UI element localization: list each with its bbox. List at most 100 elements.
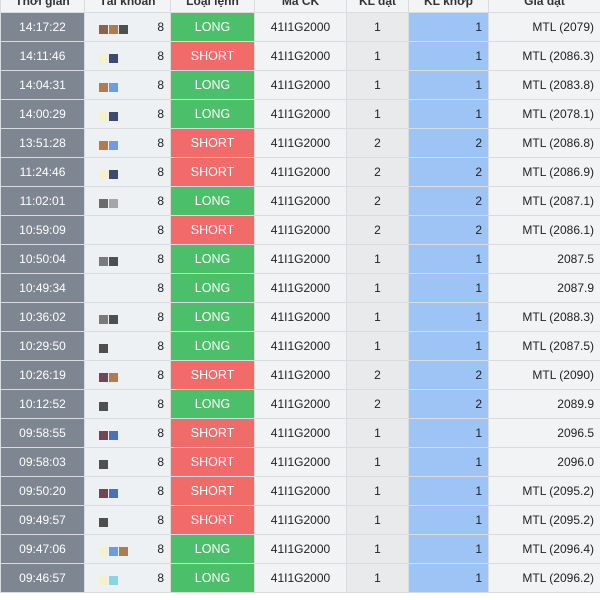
order-price-cell: MTL (2086.1) [488, 215, 600, 245]
table-row[interactable]: 09:49:57 8 SHORT 41I1G2000 1 1 MTL (2095.2) [0, 505, 600, 535]
order-volume-cell: 1 [346, 70, 409, 100]
order-price-cell: MTL (2096.2) [488, 563, 600, 593]
table-row[interactable]: 10:12:52 8 LONG 41I1G2000 2 2 2089.9 [0, 389, 600, 419]
column-header-order-type[interactable]: Loại lệnh [170, 0, 255, 13]
account-number-tail: 8 [157, 281, 164, 295]
order-time-cell: 11:02:01 [0, 186, 85, 216]
account-redacted-mark [99, 428, 119, 442]
table-row[interactable]: 14:17:22 8 LONG 41I1G2000 1 1 MTL (2079) [0, 12, 600, 42]
filled-volume-cell: 1 [408, 273, 489, 303]
filled-volume-cell: 1 [408, 70, 489, 100]
account-redacted-mark [99, 515, 109, 529]
account-cell: 8 [84, 99, 171, 129]
filled-volume-cell: 2 [408, 128, 489, 158]
account-redacted-mark [99, 341, 109, 355]
order-time-cell: 14:11:46 [0, 41, 85, 71]
filled-volume-cell: 2 [408, 360, 489, 390]
symbol-cell: 41I1G2000 [254, 476, 347, 506]
order-time-cell: 09:50:20 [0, 476, 85, 506]
account-number-tail: 8 [157, 194, 164, 208]
account-number-tail: 8 [157, 484, 164, 498]
table-row[interactable]: 10:50:04 8 LONG 41I1G2000 1 1 2087.5 [0, 244, 600, 274]
filled-volume-cell: 1 [408, 302, 489, 332]
order-time-cell: 14:04:31 [0, 70, 85, 100]
order-type-long-badge: LONG [170, 244, 255, 274]
table-row[interactable]: 09:50:20 8 SHORT 41I1G2000 1 1 MTL (2095.2) [0, 476, 600, 506]
order-volume-cell: 2 [346, 389, 409, 419]
account-number-tail: 8 [157, 136, 164, 150]
order-price-cell: MTL (2078.1) [488, 99, 600, 129]
order-price-cell: 2089.9 [488, 389, 600, 419]
order-volume-cell: 1 [346, 273, 409, 303]
filled-volume-cell: 1 [408, 244, 489, 274]
table-row[interactable]: 11:24:46 8 SHORT 41I1G2000 2 2 MTL (2086.9) [0, 157, 600, 187]
symbol-cell: 41I1G2000 [254, 157, 347, 187]
table-row[interactable]: 09:47:06 8 LONG 41I1G2000 1 1 MTL (2096.4) [0, 534, 600, 564]
account-cell: 8 [84, 41, 171, 71]
column-header-symbol[interactable]: Mã CK [254, 0, 347, 13]
account-number-tail: 8 [157, 223, 164, 237]
order-time-cell: 11:24:46 [0, 157, 85, 187]
column-header-time[interactable]: Thời gian [0, 0, 85, 13]
order-volume-cell: 2 [346, 215, 409, 245]
order-type-short-badge: SHORT [170, 41, 255, 71]
order-price-cell: MTL (2086.3) [488, 41, 600, 71]
table-row[interactable]: 09:46:57 8 LONG 41I1G2000 1 1 MTL (2096.2) [0, 563, 600, 593]
account-redacted-mark [99, 544, 129, 558]
account-redacted-mark [99, 486, 119, 500]
symbol-cell: 41I1G2000 [254, 534, 347, 564]
account-redacted-mark [99, 138, 119, 152]
order-type-long-badge: LONG [170, 99, 255, 129]
table-row[interactable]: 10:29:50 8 LONG 41I1G2000 1 1 MTL (2087.5) [0, 331, 600, 361]
table-row[interactable]: 14:11:46 8 SHORT 41I1G2000 1 1 MTL (2086.3) [0, 41, 600, 71]
order-time-cell: 09:47:06 [0, 534, 85, 564]
order-price-cell: 2087.5 [488, 244, 600, 274]
account-redacted-mark [99, 51, 119, 65]
table-row[interactable]: 11:02:01 8 LONG 41I1G2000 2 2 MTL (2087.1) [0, 186, 600, 216]
account-cell: 8 [84, 360, 171, 390]
column-header-order-volume[interactable]: KL đặt [346, 0, 409, 13]
table-row[interactable]: 09:58:03 8 SHORT 41I1G2000 1 1 2096.0 [0, 447, 600, 477]
account-redacted-mark [99, 167, 119, 181]
account-cell: 8 [84, 563, 171, 593]
account-number-tail: 8 [157, 252, 164, 266]
filled-volume-cell: 1 [408, 12, 489, 42]
account-cell: 8 [84, 128, 171, 158]
table-row[interactable]: 10:59:09 8 SHORT 41I1G2000 2 2 MTL (2086.1) [0, 215, 600, 245]
account-cell: 8 [84, 70, 171, 100]
account-number-tail: 8 [157, 542, 164, 556]
order-price-cell: MTL (2087.1) [488, 186, 600, 216]
account-number-tail: 8 [157, 165, 164, 179]
account-cell: 8 [84, 505, 171, 535]
table-row[interactable]: 10:26:19 8 SHORT 41I1G2000 2 2 MTL (2090) [0, 360, 600, 390]
table-row[interactable]: 14:04:31 8 LONG 41I1G2000 1 1 MTL (2083.8) [0, 70, 600, 100]
symbol-cell: 41I1G2000 [254, 563, 347, 593]
account-redacted-mark [99, 109, 119, 123]
account-number-tail: 8 [157, 368, 164, 382]
column-header-order-price[interactable]: Giá đặt [488, 0, 600, 13]
column-header-account[interactable]: Tài khoản [84, 0, 171, 13]
table-row[interactable]: 13:51:28 8 SHORT 41I1G2000 2 2 MTL (2086.8) [0, 128, 600, 158]
order-time-cell: 10:26:19 [0, 360, 85, 390]
table-row[interactable]: 14:00:29 8 LONG 41I1G2000 1 1 MTL (2078.1) [0, 99, 600, 129]
column-header-filled-volume[interactable]: KL khớp [408, 0, 489, 13]
order-type-short-badge: SHORT [170, 157, 255, 187]
account-number-tail: 8 [157, 513, 164, 527]
order-volume-cell: 2 [346, 360, 409, 390]
account-redacted-mark [99, 573, 119, 587]
account-cell: 8 [84, 157, 171, 187]
order-time-cell: 10:59:09 [0, 215, 85, 245]
table-row[interactable]: 10:49:34 8 LONG 41I1G2000 1 1 2087.9 [0, 273, 600, 303]
account-cell: 8 [84, 186, 171, 216]
order-price-cell: 2087.9 [488, 273, 600, 303]
table-row[interactable]: 10:36:02 8 LONG 41I1G2000 1 1 MTL (2088.3) [0, 302, 600, 332]
order-type-short-badge: SHORT [170, 128, 255, 158]
order-price-cell: MTL (2090) [488, 360, 600, 390]
order-type-long-badge: LONG [170, 186, 255, 216]
account-cell: 8 [84, 331, 171, 361]
table-row[interactable]: 09:58:55 8 SHORT 41I1G2000 1 1 2096.5 [0, 418, 600, 448]
order-time-cell: 09:58:03 [0, 447, 85, 477]
orders-table: Thời gian Tài khoản Loại lệnh Mã CK KL đ… [0, 0, 600, 593]
filled-volume-cell: 2 [408, 186, 489, 216]
account-number-tail: 8 [157, 426, 164, 440]
